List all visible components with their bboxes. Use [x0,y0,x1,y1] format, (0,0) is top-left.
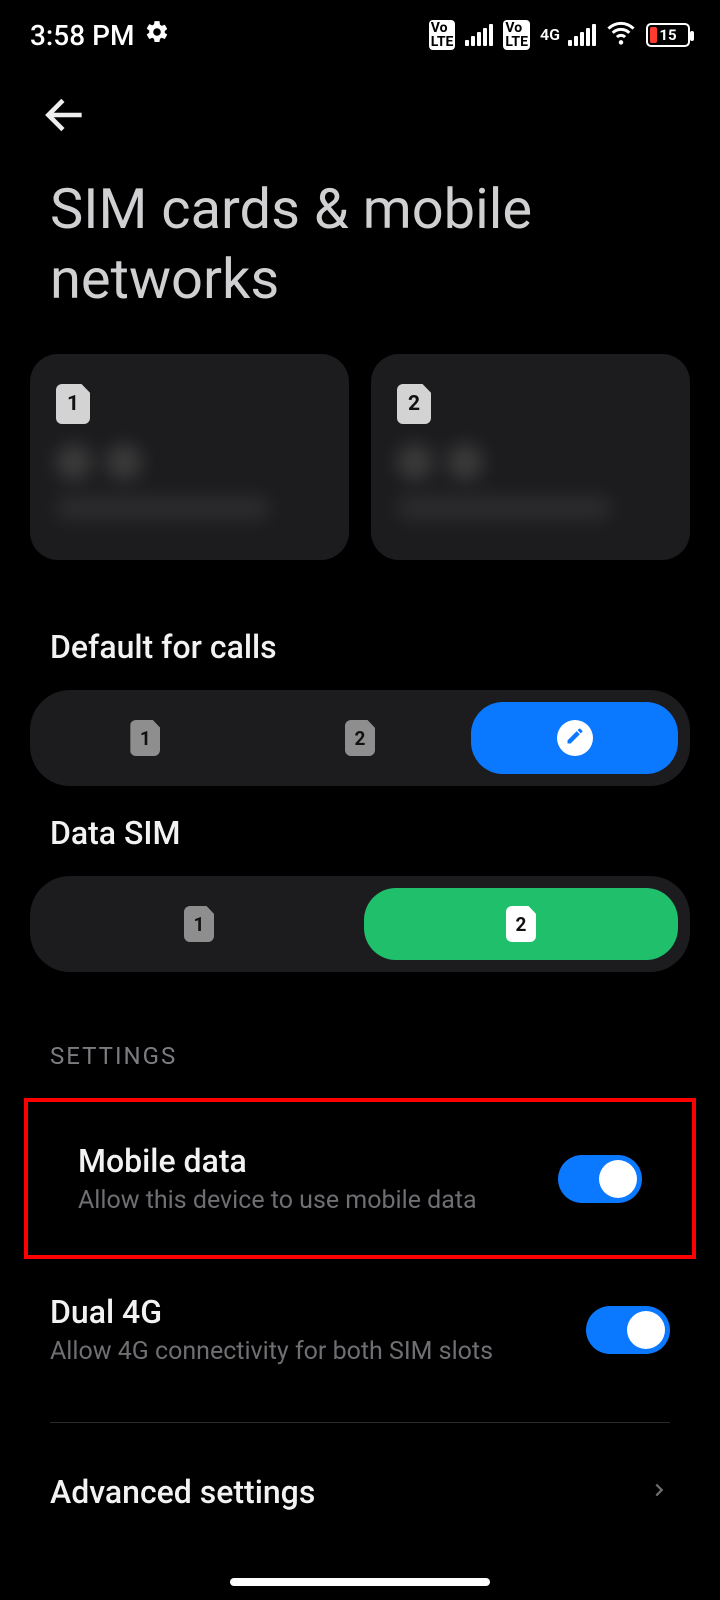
mobile-data-subtitle: Allow this device to use mobile data [78,1186,538,1215]
mobile-data-toggle[interactable] [558,1155,642,1203]
settings-header: SETTINGS [0,972,720,1090]
sim-icon: 1 [130,720,160,756]
data-sim-2[interactable]: 2 [364,888,678,960]
edit-icon [565,726,585,750]
gear-icon [144,19,170,52]
default-calls-sim1[interactable]: 1 [42,702,249,774]
dual-4g-subtitle: Allow 4G connectivity for both SIM slots [50,1337,566,1366]
default-calls-selector: 1 2 [30,690,690,786]
sim-icon: 1 [184,906,214,942]
volte-icon: VoLTE [503,20,530,50]
dual-4g-title: Dual 4G [50,1293,566,1331]
dual-4g-row[interactable]: Dual 4G Allow 4G connectivity for both S… [0,1267,720,1392]
signal-sim2-icon [568,24,596,46]
sim-blurred-info [56,444,323,520]
sim-blurred-info [397,444,664,520]
sim-card-1[interactable]: 1 [30,354,349,560]
sim-icon: 2 [397,384,431,424]
status-time: 3:58 PM [30,19,134,52]
volte-icon: VoLTE [429,20,456,50]
advanced-settings-row[interactable]: Advanced settings [0,1453,720,1551]
status-bar: 3:58 PM VoLTE VoLTE 4G 15 [0,0,720,70]
dual-4g-toggle[interactable] [586,1306,670,1354]
sim-card-2[interactable]: 2 [371,354,690,560]
network-type-label: 4G [540,27,560,43]
data-sim-1[interactable]: 1 [42,888,356,960]
advanced-settings-title: Advanced settings [50,1473,315,1511]
mobile-data-row[interactable]: Mobile data Allow this device to use mob… [28,1116,692,1241]
back-button[interactable] [40,125,90,144]
page-title: SIM cards & mobile networks [0,174,720,354]
sim-icon: 1 [56,384,90,424]
divider [50,1422,670,1423]
mobile-data-title: Mobile data [78,1142,538,1180]
highlight-annotation: Mobile data Allow this device to use mob… [24,1098,696,1259]
battery-percent: 15 [659,26,676,44]
sim-icon: 2 [506,906,536,942]
data-sim-label: Data SIM [0,786,720,876]
data-sim-selector: 1 2 [30,876,690,972]
signal-sim1-icon [465,24,493,46]
battery-icon: 15 [646,23,690,47]
chevron-right-icon [648,1479,670,1505]
default-calls-ask[interactable] [471,702,678,774]
default-calls-label: Default for calls [0,600,720,690]
default-calls-sim2[interactable]: 2 [257,702,464,774]
home-indicator[interactable] [230,1578,490,1586]
wifi-icon [606,17,636,54]
sim-icon: 2 [345,720,375,756]
